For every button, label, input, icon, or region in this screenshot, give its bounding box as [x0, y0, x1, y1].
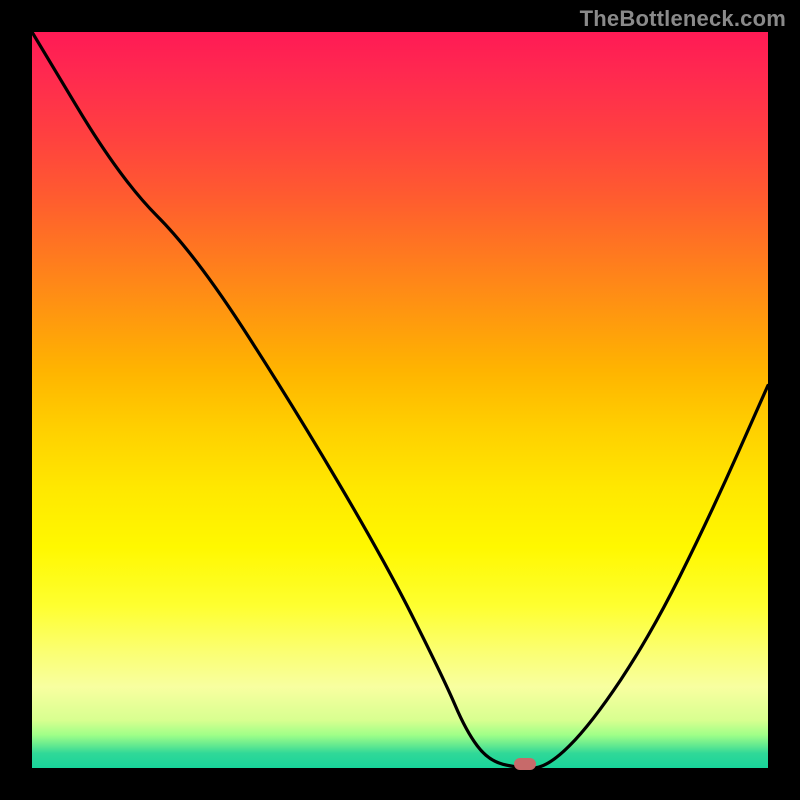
- curve-svg: [32, 32, 768, 768]
- watermark-text: TheBottleneck.com: [580, 6, 786, 32]
- chart-container: TheBottleneck.com: [0, 0, 800, 800]
- plot-area: [32, 32, 768, 768]
- bottleneck-curve: [32, 32, 768, 768]
- optimum-marker: [514, 758, 536, 770]
